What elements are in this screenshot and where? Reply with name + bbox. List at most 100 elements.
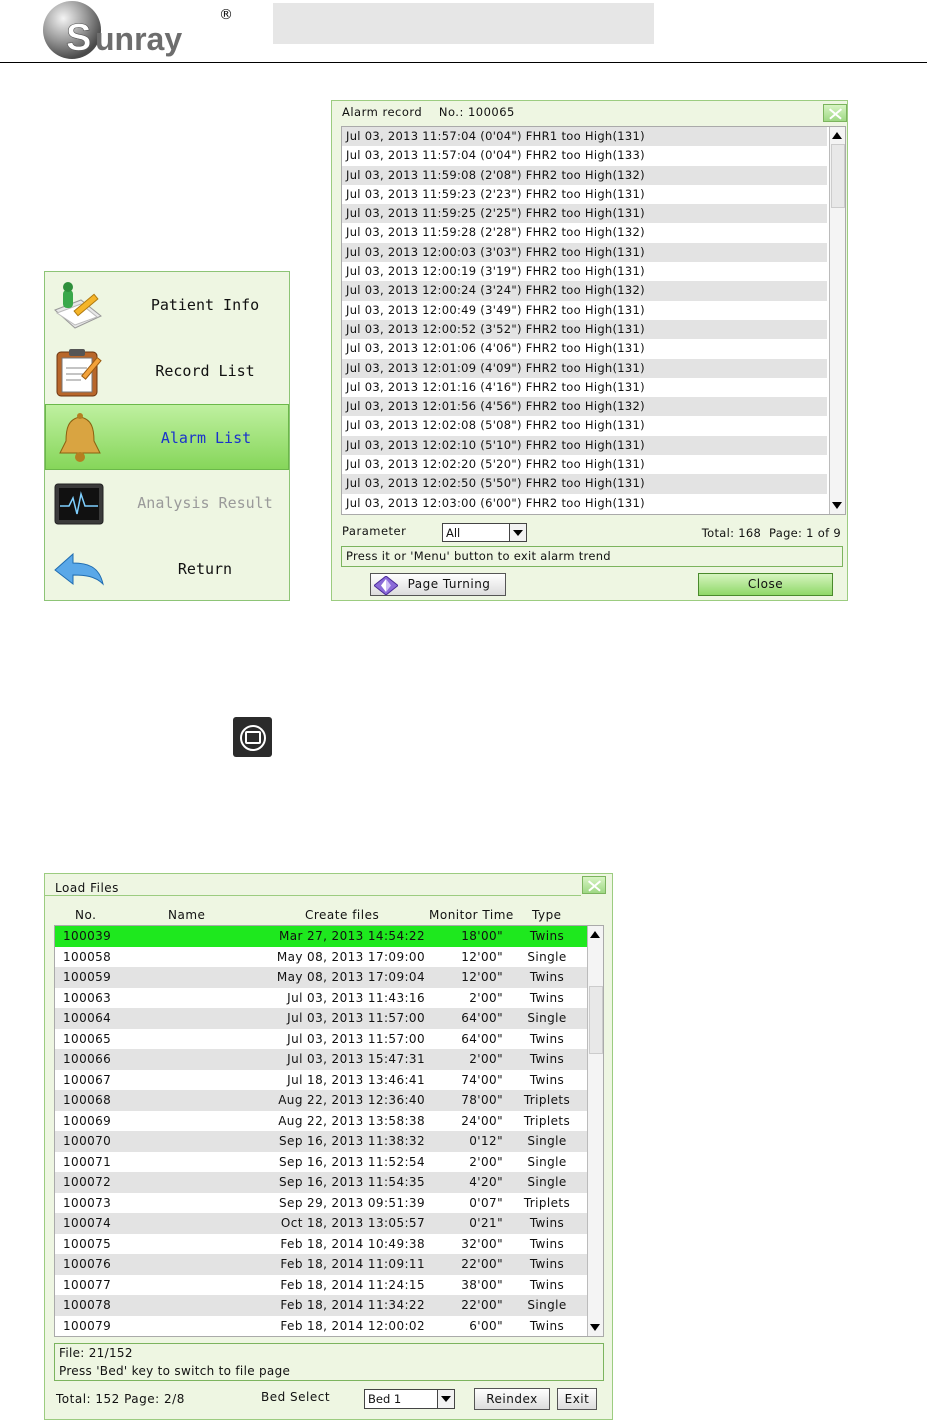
alarm-row[interactable]: Jul 03, 2013 12:00:24 (3'24") FHR2 too H… bbox=[342, 281, 827, 301]
file-no: 100058 bbox=[63, 949, 112, 964]
file-no: 100078 bbox=[63, 1298, 112, 1312]
file-row[interactable]: 100074 Oct 18, 2013 13:05:57 0'21" Twins bbox=[55, 1213, 587, 1234]
file-count-text: File: 21/152 bbox=[59, 1346, 133, 1360]
alarm-list[interactable]: Jul 03, 2013 11:57:04 (0'04") FHR1 too H… bbox=[341, 126, 846, 515]
bed-select-label: Bed Select bbox=[261, 1390, 331, 1404]
file-create-date: Feb 18, 2014 11:34:22 bbox=[280, 1298, 425, 1312]
alarm-row[interactable]: Jul 03, 2013 11:59:08 (2'08") FHR2 too H… bbox=[342, 165, 827, 185]
scroll-thumb[interactable] bbox=[589, 986, 603, 1054]
menu-item-alarm-list[interactable]: Alarm List bbox=[45, 404, 289, 470]
file-list-scrollbar[interactable] bbox=[587, 926, 603, 1336]
reindex-button[interactable]: Reindex bbox=[474, 1388, 550, 1410]
file-row[interactable]: 100067 Jul 18, 2013 13:46:41 74'00" Twins bbox=[55, 1070, 587, 1091]
page-turning-button[interactable]: Page Turning bbox=[370, 573, 506, 596]
file-list[interactable]: 100039 Mar 27, 2013 14:54:22 18'00" Twins 10… bbox=[54, 925, 604, 1337]
scroll-up-icon[interactable] bbox=[590, 931, 600, 938]
alarm-row[interactable]: Jul 03, 2013 12:01:56 (4'56") FHR2 too H… bbox=[342, 397, 827, 417]
scroll-down-icon[interactable] bbox=[832, 502, 842, 509]
file-no: 100075 bbox=[63, 1236, 112, 1251]
exit-button[interactable]: Exit bbox=[557, 1388, 597, 1410]
alarm-row[interactable]: Jul 03, 2013 12:00:19 (3'19") FHR2 too H… bbox=[342, 262, 827, 281]
file-row[interactable]: 100066 Jul 03, 2013 15:47:31 2'00" Twins bbox=[55, 1049, 587, 1070]
close-button[interactable]: Close bbox=[698, 573, 833, 596]
file-row[interactable]: 100064 Jul 03, 2013 11:57:00 64'00" Single bbox=[55, 1008, 587, 1029]
parameter-select[interactable]: All bbox=[442, 523, 527, 542]
file-create-date: May 08, 2013 17:09:04 bbox=[276, 970, 425, 984]
alarm-dialog-close-icon[interactable] bbox=[823, 104, 847, 122]
alarm-row[interactable]: Jul 03, 2013 12:00:52 (3'52") FHR2 too H… bbox=[342, 319, 827, 340]
file-row[interactable]: 100075 Feb 18, 2014 10:49:38 32'00" Twins bbox=[55, 1234, 587, 1255]
bed-key-hint: Press 'Bed' key to switch to file page bbox=[59, 1364, 291, 1378]
file-row[interactable]: 100076 Feb 18, 2014 11:09:11 22'00" Twins bbox=[55, 1254, 587, 1275]
alarm-row[interactable]: Jul 03, 2013 12:01:06 (4'06") FHR2 too H… bbox=[342, 339, 827, 358]
file-row[interactable]: 100072 Sep 16, 2013 11:54:35 4'20" Single bbox=[55, 1172, 587, 1193]
file-row[interactable]: 100078 Feb 18, 2014 11:34:22 22'00" Single bbox=[55, 1295, 587, 1316]
file-create-date: Sep 16, 2013 11:54:35 bbox=[279, 1175, 425, 1189]
file-monitor-time: 0'21" bbox=[469, 1216, 503, 1230]
alarm-row[interactable]: Jul 03, 2013 11:57:04 (0'04") FHR1 too H… bbox=[342, 127, 827, 147]
col-header-type[interactable]: Type bbox=[532, 908, 562, 922]
scroll-down-icon[interactable] bbox=[590, 1324, 600, 1331]
file-type: Twins bbox=[529, 970, 565, 984]
chevron-down-icon[interactable] bbox=[437, 1390, 454, 1408]
load-dialog-title: Load Files bbox=[55, 881, 119, 895]
file-row[interactable]: 100058 May 08, 2013 17:09:00 12'00" Single bbox=[55, 947, 587, 968]
menu-item-analysis-result[interactable]: Analysis Result bbox=[45, 470, 289, 536]
alarm-row[interactable]: Jul 03, 2013 12:01:09 (4'09") FHR2 too H… bbox=[342, 358, 827, 378]
col-header-no[interactable]: No. bbox=[75, 908, 96, 922]
alarm-row[interactable]: Jul 03, 2013 12:00:03 (3'03") FHR2 too H… bbox=[342, 242, 827, 263]
file-no: 100063 bbox=[63, 990, 112, 1005]
file-monitor-time: 32'00" bbox=[461, 1236, 503, 1251]
alarm-row[interactable]: Jul 03, 2013 12:00:49 (3'49") FHR2 too H… bbox=[342, 301, 827, 320]
alarm-row[interactable]: Jul 03, 2013 11:59:25 (2'25") FHR2 too H… bbox=[342, 204, 827, 224]
file-row[interactable]: 100059 May 08, 2013 17:09:04 12'00" Twins bbox=[55, 967, 587, 988]
menu-item-patient-info[interactable]: Patient Info bbox=[45, 272, 289, 338]
menu-item-return[interactable]: Return bbox=[45, 536, 289, 602]
file-create-date: Jul 18, 2013 13:46:41 bbox=[287, 1072, 425, 1087]
file-row[interactable]: 100068 Aug 22, 2013 12:36:40 78'00" Triplet… bbox=[55, 1090, 587, 1111]
file-type: Twins bbox=[529, 1257, 565, 1271]
alarm-list-scrollbar[interactable] bbox=[829, 127, 845, 514]
menu-item-record-list[interactable]: Record List bbox=[45, 338, 289, 404]
file-row[interactable]: 100073 Sep 29, 2013 09:51:39 0'07" Triplets bbox=[55, 1193, 587, 1214]
alarm-row[interactable]: Jul 03, 2013 12:02:20 (5'20") FHR2 too H… bbox=[342, 455, 827, 474]
alarm-row[interactable]: Jul 03, 2013 12:03:00 (6'00") FHR2 too H… bbox=[342, 494, 827, 513]
col-header-monitor-time[interactable]: Monitor Time bbox=[429, 908, 514, 922]
file-row[interactable]: 100077 Feb 18, 2014 11:24:15 38'00" Twins bbox=[55, 1275, 587, 1296]
file-monitor-time: 22'00" bbox=[461, 1298, 503, 1312]
file-no: 100076 bbox=[63, 1257, 112, 1271]
alarm-row[interactable]: Jul 03, 2013 12:02:10 (5'10") FHR2 too H… bbox=[342, 435, 827, 456]
file-no: 100074 bbox=[63, 1216, 112, 1230]
alarm-row[interactable]: Jul 03, 2013 11:57:04 (0'04") FHR2 too H… bbox=[342, 146, 827, 165]
alarm-hint: Press it or 'Menu' button to exit alarm … bbox=[341, 546, 843, 567]
chevron-down-icon[interactable] bbox=[509, 524, 526, 541]
registered-mark: ® bbox=[219, 7, 233, 23]
file-type: Triplets bbox=[523, 1195, 571, 1210]
bed-select[interactable]: Bed 1 bbox=[364, 1389, 455, 1409]
alarm-row[interactable]: Jul 03, 2013 12:02:08 (5'08") FHR2 too H… bbox=[342, 416, 827, 435]
monitor-waveform-icon bbox=[51, 478, 107, 530]
col-header-name[interactable]: Name bbox=[168, 908, 205, 922]
file-create-date: Sep 29, 2013 09:51:39 bbox=[279, 1195, 425, 1210]
file-row[interactable]: 100063 Jul 03, 2013 11:43:16 2'00" Twins bbox=[55, 988, 587, 1009]
file-row[interactable]: 100079 Feb 18, 2014 12:00:02 6'00" Twins bbox=[55, 1316, 587, 1337]
load-dialog-close-icon[interactable] bbox=[582, 876, 606, 894]
file-row[interactable]: 100039 Mar 27, 2013 14:54:22 18'00" Twins bbox=[55, 926, 587, 947]
scroll-thumb[interactable] bbox=[831, 144, 845, 208]
file-no: 100070 bbox=[63, 1134, 112, 1148]
file-row[interactable]: 100070 Sep 16, 2013 11:38:32 0'12" Single bbox=[55, 1131, 587, 1152]
file-row[interactable]: 100071 Sep 16, 2013 11:52:54 2'00" Single bbox=[55, 1152, 587, 1173]
file-type: Twins bbox=[529, 1031, 565, 1046]
file-row[interactable]: 100069 Aug 22, 2013 13:58:38 24'00" Triplet… bbox=[55, 1111, 587, 1132]
file-create-date: May 08, 2013 17:09:00 bbox=[276, 949, 425, 964]
file-type: Triplets bbox=[523, 1093, 571, 1107]
alarm-row[interactable]: Jul 03, 2013 11:59:23 (2'23") FHR2 too H… bbox=[342, 185, 827, 204]
clipboard-icon bbox=[51, 346, 107, 398]
col-header-create-files[interactable]: Create files bbox=[305, 908, 379, 922]
patient-info-icon bbox=[51, 280, 107, 332]
alarm-row[interactable]: Jul 03, 2013 12:01:16 (4'16") FHR2 too H… bbox=[342, 378, 827, 397]
alarm-row[interactable]: Jul 03, 2013 11:59:28 (2'28") FHR2 too H… bbox=[342, 223, 827, 242]
file-row[interactable]: 100065 Jul 03, 2013 11:57:00 64'00" Twins bbox=[55, 1029, 587, 1050]
scroll-up-icon[interactable] bbox=[832, 132, 842, 139]
alarm-row[interactable]: Jul 03, 2013 12:02:50 (5'50") FHR2 too H… bbox=[342, 474, 827, 494]
